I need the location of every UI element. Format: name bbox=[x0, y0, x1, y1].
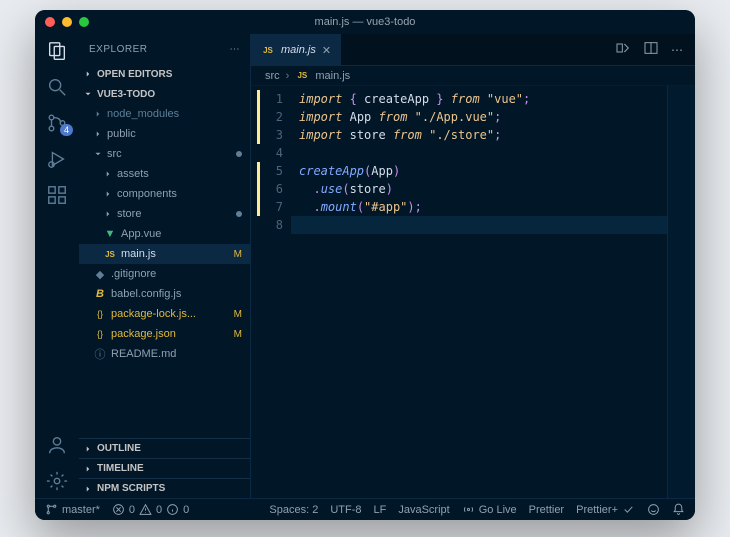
extensions-activity-icon[interactable] bbox=[35, 184, 79, 206]
status-prettier-plus[interactable]: Prettier+ bbox=[576, 503, 635, 516]
debug-activity-icon[interactable] bbox=[35, 148, 79, 170]
gutter-change-mark bbox=[257, 162, 260, 216]
status-prettier[interactable]: Prettier bbox=[529, 504, 564, 516]
account-activity-icon[interactable] bbox=[35, 434, 79, 456]
editor: JS main.js ✕ ⋯ src › JS main.js bbox=[251, 34, 695, 498]
tree-folder-node-modules[interactable]: node_modules bbox=[79, 104, 250, 124]
file-tree: node_modules public src assets co bbox=[79, 104, 250, 438]
js-file-icon: JS bbox=[261, 43, 275, 57]
sidebar-more-icon[interactable]: ⋯ bbox=[230, 44, 241, 55]
tree-folder-assets[interactable]: assets bbox=[79, 164, 250, 184]
section-npm-scripts[interactable]: NPM SCRIPTS bbox=[79, 478, 250, 498]
chevron-right-icon: › bbox=[286, 70, 290, 82]
status-branch[interactable]: master* bbox=[45, 503, 100, 516]
status-language[interactable]: JavaScript bbox=[398, 504, 449, 516]
gutter-change-mark bbox=[257, 90, 260, 144]
tree-folder-public[interactable]: public bbox=[79, 124, 250, 144]
js-file-icon: JS bbox=[295, 69, 309, 83]
git-modified-badge: M bbox=[234, 329, 242, 340]
minimap[interactable] bbox=[667, 86, 695, 498]
tree-file-babel-config[interactable]: B babel.config.js bbox=[79, 284, 250, 304]
scm-badge: 4 bbox=[60, 124, 73, 136]
sidebar: EXPLORER ⋯ OPEN EDITORS VUE3-TODO node_m… bbox=[79, 34, 251, 498]
section-outline[interactable]: OUTLINE bbox=[79, 438, 250, 458]
status-bar: master* 0 0 0 Spaces: 2 UTF-8 LF JavaScr… bbox=[35, 498, 695, 520]
scm-activity-icon[interactable]: 4 bbox=[35, 112, 79, 134]
git-modified-badge: M bbox=[234, 309, 242, 320]
section-project[interactable]: VUE3-TODO bbox=[79, 84, 250, 104]
tab-main-js[interactable]: JS main.js ✕ bbox=[251, 34, 341, 65]
tree-file-readme[interactable]: ⓘ README.md bbox=[79, 344, 250, 364]
breadcrumb-seg[interactable]: main.js bbox=[315, 70, 350, 82]
section-open-editors[interactable]: OPEN EDITORS bbox=[79, 64, 250, 84]
activity-bar: 4 bbox=[35, 34, 79, 498]
status-golive[interactable]: Go Live bbox=[462, 503, 517, 516]
explorer-activity-icon[interactable] bbox=[35, 40, 79, 62]
json-file-icon: {} bbox=[93, 327, 107, 341]
tree-file-package-json[interactable]: {} package.json M bbox=[79, 324, 250, 344]
tree-folder-src[interactable]: src bbox=[79, 144, 250, 164]
titlebar[interactable]: main.js — vue3-todo bbox=[35, 10, 695, 34]
status-spaces[interactable]: Spaces: 2 bbox=[269, 504, 318, 516]
tree-file-gitignore[interactable]: ◆ .gitignore bbox=[79, 264, 250, 284]
settings-activity-icon[interactable] bbox=[35, 470, 79, 492]
status-feedback-icon[interactable] bbox=[647, 503, 660, 516]
tab-actions: ⋯ bbox=[603, 34, 695, 65]
status-problems[interactable]: 0 0 0 bbox=[112, 503, 189, 516]
js-file-icon: JS bbox=[103, 247, 117, 261]
section-timeline[interactable]: TIMELINE bbox=[79, 458, 250, 478]
babel-file-icon: B bbox=[93, 287, 107, 301]
tab-label: main.js bbox=[281, 44, 316, 56]
status-eol[interactable]: LF bbox=[374, 504, 387, 516]
close-tab-icon[interactable]: ✕ bbox=[322, 44, 331, 57]
split-editor-icon[interactable] bbox=[643, 40, 659, 59]
git-modified-badge: M bbox=[234, 249, 242, 260]
search-activity-icon[interactable] bbox=[35, 76, 79, 98]
breadcrumb-seg[interactable]: src bbox=[265, 70, 280, 82]
compare-changes-icon[interactable] bbox=[615, 40, 631, 59]
tree-folder-store[interactable]: store bbox=[79, 204, 250, 224]
tab-bar: JS main.js ✕ ⋯ bbox=[251, 34, 695, 66]
modified-dot-icon bbox=[236, 211, 242, 217]
code-text[interactable]: import { createApp } from "vue";import A… bbox=[291, 86, 667, 498]
breadcrumb[interactable]: src › JS main.js bbox=[251, 66, 695, 86]
sidebar-header: EXPLORER ⋯ bbox=[79, 34, 250, 64]
tree-file-main-js[interactable]: JS main.js M bbox=[79, 244, 250, 264]
info-file-icon: ⓘ bbox=[93, 347, 107, 361]
window-title: main.js — vue3-todo bbox=[35, 16, 695, 28]
tree-file-app-vue[interactable]: ▼ App.vue bbox=[79, 224, 250, 244]
line-gutter: 12345678 bbox=[251, 86, 291, 498]
code-area[interactable]: 12345678 import { createApp } from "vue"… bbox=[251, 86, 695, 498]
json-file-icon: {} bbox=[93, 307, 107, 321]
vue-file-icon: ▼ bbox=[103, 227, 117, 241]
vscode-window: main.js — vue3-todo 4 bbox=[35, 10, 695, 520]
modified-dot-icon bbox=[236, 151, 242, 157]
explorer-title: EXPLORER bbox=[89, 44, 147, 55]
status-encoding[interactable]: UTF-8 bbox=[330, 504, 361, 516]
tree-folder-components[interactable]: components bbox=[79, 184, 250, 204]
tab-more-icon[interactable]: ⋯ bbox=[671, 43, 683, 57]
status-bell-icon[interactable] bbox=[672, 503, 685, 516]
gitignore-file-icon: ◆ bbox=[93, 267, 107, 281]
tree-file-package-lock[interactable]: {} package-lock.js... M bbox=[79, 304, 250, 324]
